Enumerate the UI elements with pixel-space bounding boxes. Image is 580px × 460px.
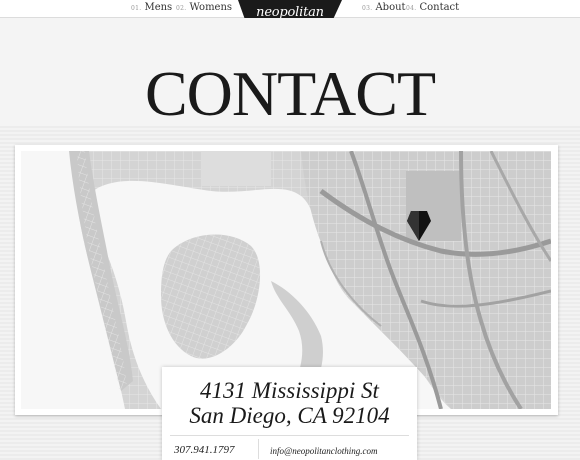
map-pin-icon[interactable] <box>407 211 431 241</box>
address-line-1: 4131 Mississippi St <box>200 378 379 403</box>
nav-item-contact[interactable]: 04. Contact <box>406 2 459 13</box>
page-title: CONTACT <box>144 58 436 129</box>
nav-num: 04. <box>406 5 417 12</box>
address-line-2: San Diego, CA 92104 <box>189 403 390 428</box>
nav-item-womens[interactable]: 02. Womens <box>176 2 232 13</box>
nav-num: 03. <box>362 5 373 12</box>
nav-label: About <box>375 2 406 13</box>
nav-item-about[interactable]: 03. About <box>362 2 406 13</box>
nav-num: 01. <box>131 5 142 12</box>
nav-num: 02. <box>176 5 187 12</box>
address-card: 4131 Mississippi St San Diego, CA 92104 … <box>162 367 417 460</box>
divider-vertical <box>258 439 259 459</box>
heading-area: CONTACT <box>0 18 580 126</box>
nav-item-mens[interactable]: 01. Mens <box>131 2 172 13</box>
divider <box>170 435 409 436</box>
phone-link[interactable]: 307.941.1797 <box>174 444 235 456</box>
nav-label: Mens <box>144 2 173 13</box>
nav-label: Womens <box>189 2 233 13</box>
email-link[interactable]: info@neopolitanclothing.com <box>270 446 378 456</box>
nav-label: Contact <box>419 2 460 13</box>
